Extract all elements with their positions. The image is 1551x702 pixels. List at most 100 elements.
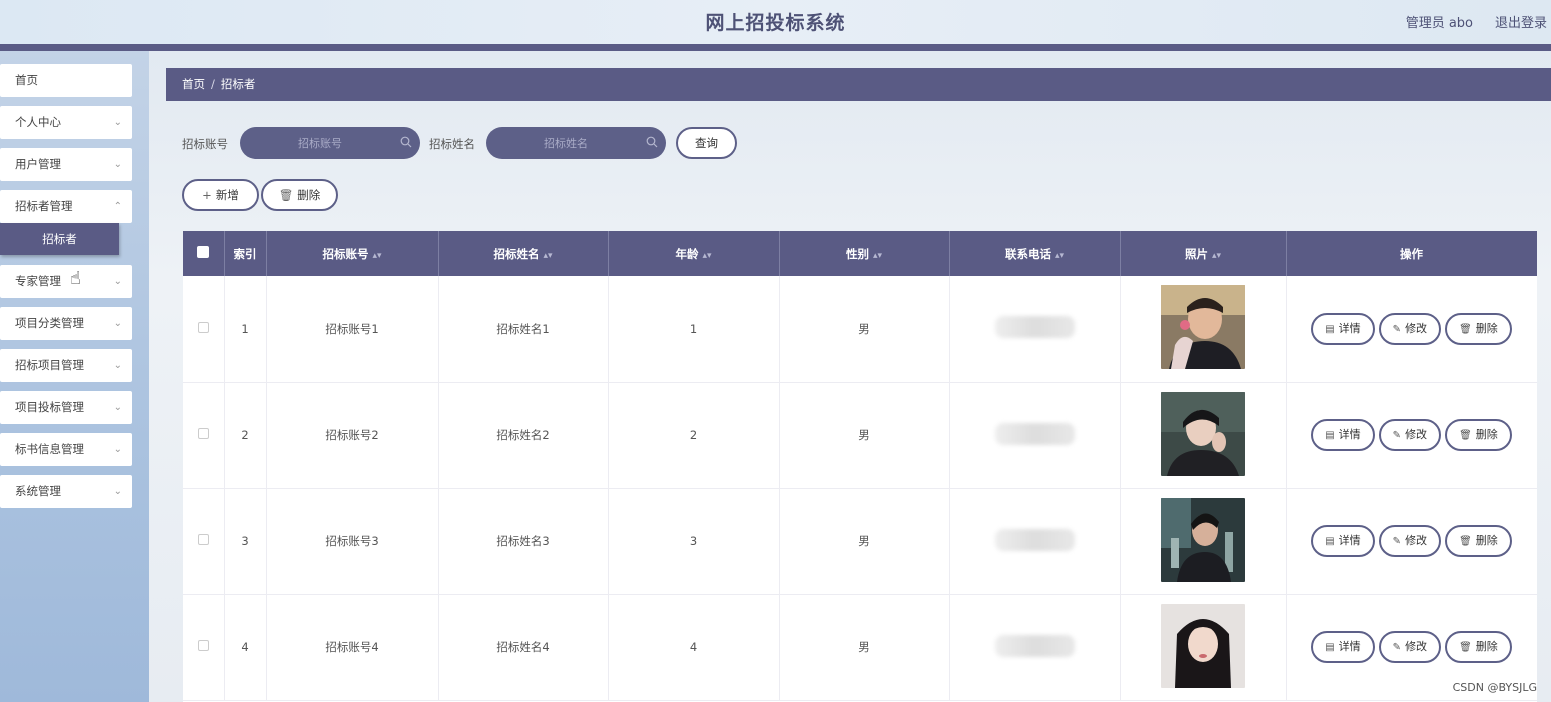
breadcrumb-home[interactable]: 首页	[182, 77, 205, 91]
select-all-cell	[183, 231, 225, 276]
cell-name: 招标姓名1	[438, 276, 609, 383]
breadcrumb: 首页 / 招标者	[166, 68, 1551, 101]
sidebar-item-label: 项目投标管理	[15, 400, 84, 414]
row-checkbox[interactable]	[197, 534, 209, 545]
sidebar-item-label: 项目分类管理	[15, 316, 84, 330]
pencil-icon: ✎	[1392, 323, 1402, 335]
sort-icon[interactable]: ▴▾	[873, 251, 882, 261]
account-search-input[interactable]	[240, 127, 420, 159]
sidebar: 首页 个人中心 ⌄ 用户管理 ⌄ 招标者管理 ⌃ 招标者 专家管理 ⌄ 项目分类…	[0, 51, 149, 702]
pencil-icon: ✎	[1392, 536, 1402, 547]
sidebar-item-tender-projects[interactable]: 招标项目管理 ⌄	[0, 349, 132, 382]
column-header-actions: 操作	[1286, 231, 1537, 276]
sidebar-item-project-category[interactable]: 项目分类管理 ⌄	[0, 307, 132, 340]
detail-button[interactable]: ▤ 详情	[1311, 631, 1375, 663]
cell-index: 4	[224, 594, 267, 701]
trash-icon: 🗑	[1459, 642, 1472, 653]
chevron-down-icon: ⌄	[113, 486, 122, 497]
batch-delete-button-label: 删除	[297, 188, 321, 202]
cell-age: 1	[608, 276, 780, 383]
delete-button[interactable]: 🗑 删除	[1445, 525, 1512, 557]
sidebar-item-label: 标书信息管理	[15, 442, 84, 456]
sidebar-item-project-bids[interactable]: 项目投标管理 ⌄	[0, 391, 132, 424]
chevron-down-icon: ⌄	[113, 402, 122, 413]
add-button[interactable]: + 新增	[182, 179, 259, 211]
column-header-phone[interactable]: 联系电话 ▴▾	[949, 231, 1121, 276]
table-row: 4 招标账号4 招标姓名4 4 男 ▤ 详情 ✎ 修改 🗑 删除	[183, 594, 1537, 701]
search-icon	[646, 136, 658, 148]
chevron-down-icon: ⌄	[113, 117, 122, 128]
delete-button[interactable]: 🗑 删除	[1445, 631, 1512, 663]
table-row: 3 招标账号3 招标姓名3 3 男 ▤ 详情 ✎ 修改 🗑 删除	[183, 488, 1537, 595]
column-header-gender[interactable]: 性别 ▴▾	[779, 231, 950, 276]
logout-link[interactable]: 退出登录	[1495, 12, 1547, 31]
sort-icon[interactable]: ▴▾	[543, 251, 552, 261]
row-checkbox[interactable]	[197, 640, 209, 651]
document-icon: ▤	[1325, 642, 1335, 653]
plus-icon: +	[202, 188, 212, 202]
bidder-photo[interactable]	[1161, 391, 1245, 476]
cell-index: 1	[224, 276, 267, 383]
sidebar-item-expert-management[interactable]: 专家管理 ⌄	[0, 265, 132, 298]
sidebar-item-label: 系统管理	[15, 484, 61, 498]
sort-icon[interactable]: ▴▾	[1212, 251, 1221, 261]
edit-button[interactable]: ✎ 修改	[1378, 312, 1442, 345]
column-header-name[interactable]: 招标姓名 ▴▾	[438, 231, 609, 276]
bidder-photo[interactable]	[1161, 285, 1245, 370]
bidder-photo[interactable]	[1161, 497, 1245, 582]
sidebar-item-system-management[interactable]: 系统管理 ⌄	[0, 475, 132, 508]
cell-age: 2	[608, 382, 780, 489]
detail-button[interactable]: ▤ 详情	[1311, 312, 1375, 345]
column-header-photo[interactable]: 照片 ▴▾	[1120, 231, 1287, 276]
sidebar-item-user-management[interactable]: 用户管理 ⌄	[0, 148, 132, 181]
sidebar-item-home[interactable]: 首页	[0, 64, 132, 97]
batch-delete-button[interactable]: 🗑 删除	[261, 179, 338, 211]
chevron-down-icon: ⌄	[113, 360, 122, 371]
select-all-checkbox[interactable]	[197, 246, 210, 258]
account-search-label: 招标账号	[182, 137, 228, 151]
sort-icon[interactable]: ▴▾	[1055, 251, 1064, 261]
header-divider	[0, 44, 1551, 51]
detail-button[interactable]: ▤ 详情	[1311, 419, 1375, 451]
column-header-account[interactable]: 招标账号 ▴▾	[266, 231, 439, 276]
cell-account: 招标账号4	[266, 594, 439, 701]
detail-button[interactable]: ▤ 详情	[1311, 525, 1375, 557]
edit-button[interactable]: ✎ 修改	[1378, 419, 1442, 451]
edit-button[interactable]: ✎ 修改	[1378, 525, 1442, 557]
name-search-input[interactable]	[486, 127, 666, 159]
document-icon: ▤	[1325, 536, 1335, 547]
breadcrumb-current: 招标者	[220, 77, 256, 91]
sidebar-item-personal-center[interactable]: 个人中心 ⌄	[0, 106, 132, 139]
chevron-down-icon: ⌄	[113, 159, 122, 170]
sidebar-item-bid-documents[interactable]: 标书信息管理 ⌄	[0, 433, 132, 466]
sort-icon[interactable]: ▴▾	[372, 251, 381, 261]
row-checkbox[interactable]	[197, 428, 209, 439]
trash-icon: 🗑	[1459, 323, 1472, 335]
chevron-down-icon: ⌄	[113, 444, 122, 455]
hand-cursor-icon: ☝	[70, 268, 81, 289]
bidder-photo[interactable]	[1161, 603, 1245, 688]
app-title: 网上招投标系统	[705, 12, 846, 34]
breadcrumb-separator: /	[211, 77, 215, 91]
edit-button[interactable]: ✎ 修改	[1378, 631, 1442, 663]
delete-button[interactable]: 🗑 删除	[1445, 312, 1512, 345]
name-search-label: 招标姓名	[429, 137, 475, 151]
sidebar-item-bidder-management[interactable]: 招标者管理 ⌃	[0, 190, 132, 223]
column-header-age[interactable]: 年龄 ▴▾	[608, 231, 780, 276]
phone-redacted	[994, 316, 1075, 339]
row-checkbox[interactable]	[197, 321, 209, 333]
sort-icon[interactable]: ▴▾	[702, 251, 711, 261]
table-row: 2 招标账号2 招标姓名2 2 男 ▤ 详情 ✎ 修改 🗑 删除	[183, 382, 1537, 489]
sidebar-item-label: 招标者管理	[15, 199, 73, 213]
sidebar-subitem-bidder[interactable]: 招标者	[0, 223, 119, 255]
cell-gender: 男	[779, 382, 950, 489]
sidebar-item-label: 首页	[15, 73, 38, 87]
delete-button[interactable]: 🗑 删除	[1445, 419, 1512, 451]
add-button-label: 新增	[215, 188, 239, 202]
current-user-label: 管理员 abo	[1405, 16, 1473, 31]
cell-name: 招标姓名3	[438, 488, 609, 595]
query-button[interactable]: 查询	[676, 127, 737, 159]
document-icon: ▤	[1325, 323, 1335, 335]
cell-account: 招标账号3	[266, 488, 439, 595]
chevron-down-icon: ⌄	[113, 318, 122, 329]
